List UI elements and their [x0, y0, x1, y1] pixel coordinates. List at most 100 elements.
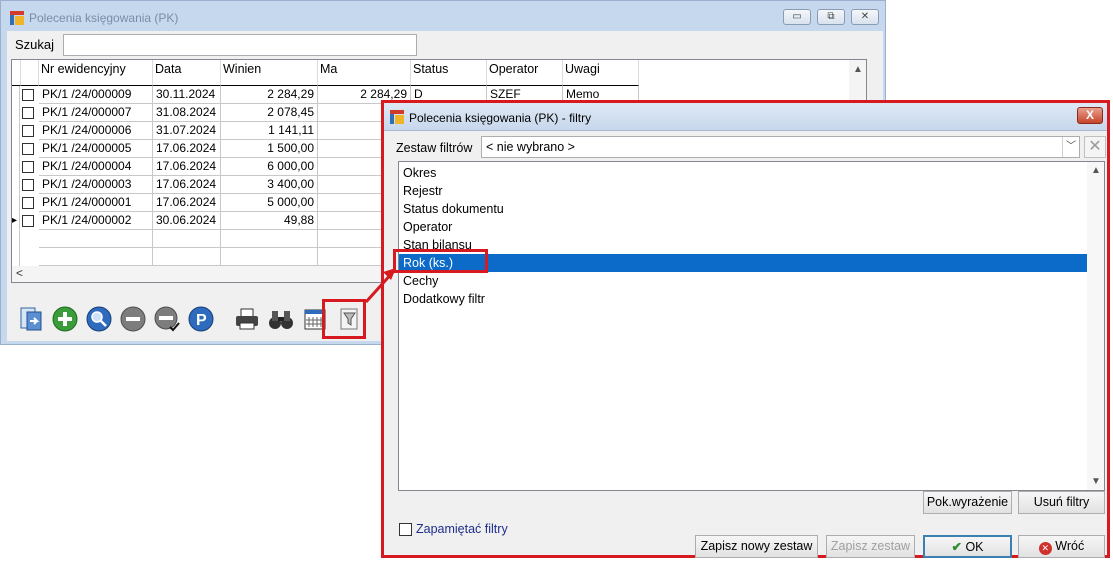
cell-winien: 6 000,00 [221, 158, 318, 176]
zapisz-zestaw-button[interactable]: Zapisz zestaw [826, 535, 915, 558]
cell-nr: PK/1 /24/000006 [39, 122, 153, 140]
cell-winien: 3 400,00 [221, 176, 318, 194]
close-main-button[interactable]: ✕ [851, 9, 879, 25]
add-icon[interactable] [51, 305, 79, 333]
cell-winien: 1 141,11 [221, 122, 318, 140]
search-doc-icon[interactable] [85, 305, 113, 333]
scroll-up-icon[interactable]: ▲ [853, 64, 863, 75]
scroll-left-icon[interactable]: < [16, 266, 23, 280]
cell-data: 31.07.2024 [153, 122, 221, 140]
col-header-status[interactable]: Status [411, 60, 487, 86]
dialog-close-button[interactable]: X [1077, 107, 1103, 124]
cell-data: 17.06.2024 [153, 194, 221, 212]
cell-nr: PK/1 /24/000005 [39, 140, 153, 158]
row-indicator [12, 230, 20, 248]
cell-winien [221, 248, 318, 266]
cell-winien: 2 284,29 [221, 86, 318, 104]
remove-check-icon[interactable] [153, 305, 181, 333]
row-indicator [12, 158, 20, 176]
cell-nr: PK/1 /24/000003 [39, 176, 153, 194]
cell-nr: PK/1 /24/000007 [39, 104, 153, 122]
filter-item[interactable]: Operator [399, 218, 1088, 236]
row-indicator [12, 176, 20, 194]
chevron-down-icon[interactable]: ﹀ [1062, 137, 1079, 157]
row-checkbox[interactable] [22, 143, 34, 155]
cell-data: 17.06.2024 [153, 176, 221, 194]
check-icon: ✔ [951, 540, 962, 554]
cell-winien: 2 078,45 [221, 104, 318, 122]
dialog-title-bar: Polecenia księgowania (PK) - filtry X [384, 103, 1107, 131]
zestaw-filtrow-value: < nie wybrano > [486, 140, 575, 154]
maximize-button[interactable]: ⧉ [817, 9, 845, 25]
cell-data: 17.06.2024 [153, 158, 221, 176]
col-header-uwagi[interactable]: Uwagi [563, 60, 639, 86]
print-icon[interactable] [233, 305, 261, 333]
filter-dialog: Polecenia księgowania (PK) - filtry X Ze… [381, 100, 1110, 558]
binoculars-icon[interactable] [267, 305, 295, 333]
col-header-nr[interactable]: Nr ewidencyjny [39, 60, 153, 86]
row-checkbox[interactable] [22, 125, 34, 137]
row-checkbox[interactable] [22, 89, 34, 101]
col-header-operator[interactable]: Operator [487, 60, 563, 86]
cell-data [153, 230, 221, 248]
table-horizontal-scrollbar[interactable]: < [12, 266, 392, 282]
wroc-button[interactable]: ✕ Wróć [1018, 535, 1105, 558]
cell-winien: 5 000,00 [221, 194, 318, 212]
col-header-data[interactable]: Data [153, 60, 221, 86]
main-title-bar: Polecenia księgowania (PK) ▭ ⧉ ✕ [1, 1, 885, 31]
pok-wyrazenie-button[interactable]: Pok.wyrażenie [923, 491, 1012, 514]
zestaw-filtrow-select[interactable]: < nie wybrano > ﹀ [481, 136, 1080, 158]
filter-item[interactable]: Dodatkowy filtr [399, 290, 1088, 308]
row-checkbox[interactable] [22, 215, 34, 227]
row-checkbox[interactable] [22, 179, 34, 191]
cell-winien [221, 230, 318, 248]
filter-item[interactable]: Cechy [399, 272, 1088, 290]
selected-item-highlight [393, 249, 488, 273]
row-indicator [12, 104, 20, 122]
col-header-winien[interactable]: Winien [221, 60, 318, 86]
filter-list-scrollbar[interactable]: ▲ ▼ [1087, 162, 1104, 490]
ok-label: OK [965, 540, 984, 554]
cell-winien: 49,88 [221, 212, 318, 230]
zapisz-nowy-zestaw-button[interactable]: Zapisz nowy zestaw [695, 535, 818, 558]
remember-filters-label: Zapamiętać filtry [416, 522, 508, 536]
cell-nr: PK/1 /24/000001 [39, 194, 153, 212]
remember-filters-checkbox[interactable] [399, 523, 412, 536]
cell-data: 30.11.2024 [153, 86, 221, 104]
filter-item[interactable]: Okres [399, 164, 1088, 182]
row-indicator [12, 140, 20, 158]
filter-item[interactable]: Rejestr [399, 182, 1088, 200]
cancel-icon: ✕ [1038, 542, 1052, 555]
dialog-app-icon [390, 110, 404, 124]
zestaw-filtrow-label: Zestaw filtrów [396, 141, 473, 155]
scroll-down-icon[interactable]: ▼ [1091, 476, 1101, 487]
filter-item[interactable]: Stan bilansu [399, 236, 1088, 254]
filter-item[interactable]: Rok (ks.) [399, 254, 1088, 272]
filter-list[interactable]: Okres Rejestr Status dokumentu Operator Stan… [398, 161, 1105, 491]
scroll-up-icon[interactable]: ▲ [1091, 165, 1101, 176]
cell-data: 30.06.2024 [153, 212, 221, 230]
cell-nr [39, 248, 153, 266]
filter-item[interactable]: Status dokumentu [399, 200, 1088, 218]
p-icon[interactable]: P [187, 305, 215, 333]
minimize-button[interactable]: ▭ [783, 9, 811, 25]
col-header-ma[interactable]: Ma [318, 60, 411, 86]
filter-button-highlight [322, 299, 366, 339]
cell-data [153, 248, 221, 266]
usun-filtry-button[interactable]: Usuń filtry [1018, 491, 1105, 514]
row-indicator-header [12, 60, 21, 86]
row-checkbox[interactable] [22, 107, 34, 119]
row-checkbox[interactable] [22, 161, 34, 173]
cell-nr: PK/1 /24/000002 [39, 212, 153, 230]
cell-nr: PK/1 /24/000009 [39, 86, 153, 104]
export-icon[interactable] [17, 305, 45, 333]
row-checkbox[interactable] [22, 197, 34, 209]
clear-set-icon[interactable]: ✕ [1084, 136, 1106, 158]
cell-nr [39, 230, 153, 248]
ok-button[interactable]: ✔ OK [923, 535, 1012, 558]
cell-data: 31.08.2024 [153, 104, 221, 122]
dialog-title: Polecenia księgowania (PK) - filtry [409, 111, 592, 125]
search-input[interactable] [63, 34, 417, 56]
cell-winien: 1 500,00 [221, 140, 318, 158]
remove-icon[interactable] [119, 305, 147, 333]
